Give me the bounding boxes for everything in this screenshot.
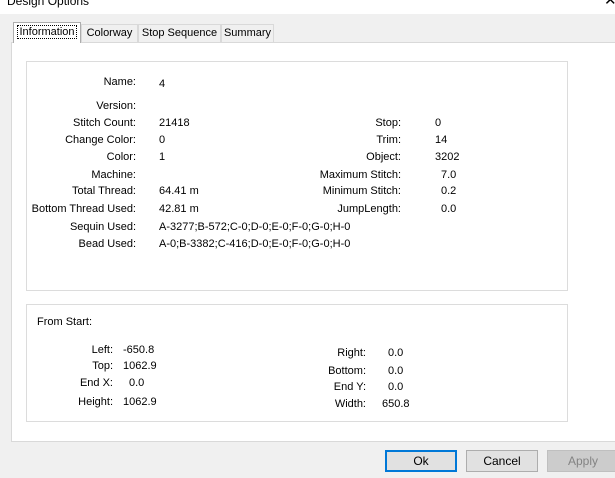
name-value: 4 <box>159 78 166 90</box>
total-thread-value: 64.41 m <box>159 185 199 197</box>
title-bar: Design Options ✕ <box>0 0 615 14</box>
tab-colorway-label: Colorway <box>86 27 133 39</box>
bottom-label: Bottom: <box>328 365 366 377</box>
tab-information-label: Information <box>17 25 77 39</box>
name-label: Name: <box>103 76 136 88</box>
bottom-value: 0.0 <box>388 365 404 377</box>
end-x-value: 0.0 <box>129 377 145 389</box>
height-label: Height: <box>78 396 113 408</box>
end-y-label: End Y: <box>333 381 366 393</box>
change-color-label: Change Color: <box>65 134 136 146</box>
trim-label: Trim: <box>376 134 401 146</box>
trim-value: 14 <box>435 134 448 146</box>
version-label: Version: <box>96 100 136 112</box>
width-value: 650.8 <box>382 398 410 410</box>
bottom-thread-label: Bottom Thread Used: <box>31 203 136 215</box>
top-value: 1062.9 <box>123 360 157 372</box>
top-label: Top: <box>92 360 113 372</box>
stop-label: Stop: <box>375 117 401 129</box>
window-title: Design Options <box>7 0 90 8</box>
end-x-label: End X: <box>79 377 113 389</box>
left-value: -650.8 <box>123 344 155 356</box>
stop-value: 0 <box>435 117 442 129</box>
bead-used-label: Bead Used: <box>78 238 136 250</box>
change-color-value: 0 <box>159 134 166 146</box>
close-icon[interactable]: ✕ <box>604 0 615 9</box>
tab-colorway[interactable]: Colorway <box>81 24 138 42</box>
color-value: 1 <box>159 151 166 163</box>
object-label: Object: <box>366 151 401 163</box>
object-value: 3202 <box>435 151 460 163</box>
minimum-stitch-value: 0.2 <box>441 185 457 197</box>
minimum-stitch-label: Minimum Stitch: <box>322 185 401 197</box>
end-y-value: 0.0 <box>388 381 404 393</box>
sequin-used-value: A-3277;B-572;C-0;D-0;E-0;F-0;G-0;H-0 <box>159 221 351 233</box>
left-label: Left: <box>91 344 113 356</box>
tab-information[interactable]: Information <box>13 22 81 43</box>
tab-summary[interactable]: Summary <box>221 24 274 42</box>
stitch-count-label: Stitch Count: <box>73 117 136 129</box>
stitch-count-value: 21418 <box>159 117 190 129</box>
jump-length-label: JumpLength: <box>337 203 401 215</box>
total-thread-label: Total Thread: <box>71 185 136 197</box>
color-label: Color: <box>106 151 136 163</box>
tab-stop-sequence[interactable]: Stop Sequence <box>138 24 221 42</box>
ok-button[interactable]: Ok <box>385 450 457 472</box>
bottom-thread-value: 42.81 m <box>159 203 199 215</box>
tab-summary-label: Summary <box>223 27 272 39</box>
maximum-stitch-value: 7.0 <box>441 169 457 181</box>
from-start-heading: From Start: <box>37 316 93 328</box>
cancel-button[interactable]: Cancel <box>466 450 538 472</box>
bead-used-value: A-0;B-3382;C-416;D-0;E-0;F-0;G-0;H-0 <box>159 238 351 250</box>
maximum-stitch-label: Maximum Stitch: <box>319 169 401 181</box>
right-value: 0.0 <box>388 347 404 359</box>
jump-length-value: 0.0 <box>441 203 457 215</box>
apply-button[interactable]: Apply <box>547 450 615 472</box>
machine-label: Machine: <box>91 169 136 181</box>
height-value: 1062.9 <box>123 396 157 408</box>
width-label: Width: <box>334 398 366 410</box>
sequin-used-label: Sequin Used: <box>69 221 136 233</box>
tab-stop-sequence-label: Stop Sequence <box>141 27 218 39</box>
right-label: Right: <box>337 347 366 359</box>
